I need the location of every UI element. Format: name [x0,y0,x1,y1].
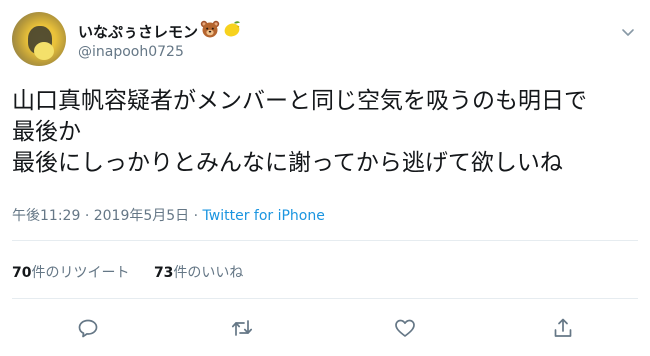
display-name[interactable]: いなぷぅさレモン [78,20,242,42]
likes-count: 73 [153,265,174,281]
lemon-icon [222,20,242,42]
avatar-highlight [34,42,54,60]
tweet-actions [0,316,650,342]
tweet-time[interactable]: 午後11:29 [12,208,80,224]
likes-label: 件のいいね [173,265,244,281]
retweets-count: 70 [12,265,32,281]
meta-separator: · [84,208,90,224]
avatar[interactable] [12,12,66,66]
meta-separator: · [193,208,199,224]
display-name-text[interactable]: いなぷぅさレモン [78,21,198,42]
share-icon[interactable] [551,316,575,340]
user-handle[interactable]: @inapooh0725 [78,44,184,60]
chevron-down-icon[interactable] [620,24,636,40]
divider [12,298,638,299]
tweet-text-line: 最後にしっかりとみんなに謝ってから逃げて欲しいね [12,150,563,176]
tweet-stats: 70件のリツイート 73件のいいね [12,262,243,282]
divider [12,240,638,241]
retweet-icon[interactable] [230,316,254,340]
tweet-text-line: 山口真帆容疑者がメンバーと同じ空気を吸うのも明日で [12,88,587,114]
tweet-text-line: 最後か [12,119,81,145]
retweets-stat[interactable]: 70件のリツイート [12,262,129,282]
tweet-metadata: 午後11:29 · 2019年5月5日 · Twitter for iPhone [12,205,325,225]
likes-stat[interactable]: 73件のいいね [154,262,243,282]
bear-face-icon [200,20,220,42]
retweets-label: 件のリツイート [31,265,130,281]
tweet-source-link[interactable]: Twitter for iPhone [203,208,325,224]
tweet-text: 山口真帆容疑者がメンバーと同じ空気を吸うのも明日で 最後か 最後にしっかりとみん… [12,86,642,179]
like-icon[interactable] [393,316,417,340]
reply-icon[interactable] [76,316,100,340]
tweet-date[interactable]: 2019年5月5日 [94,208,189,224]
